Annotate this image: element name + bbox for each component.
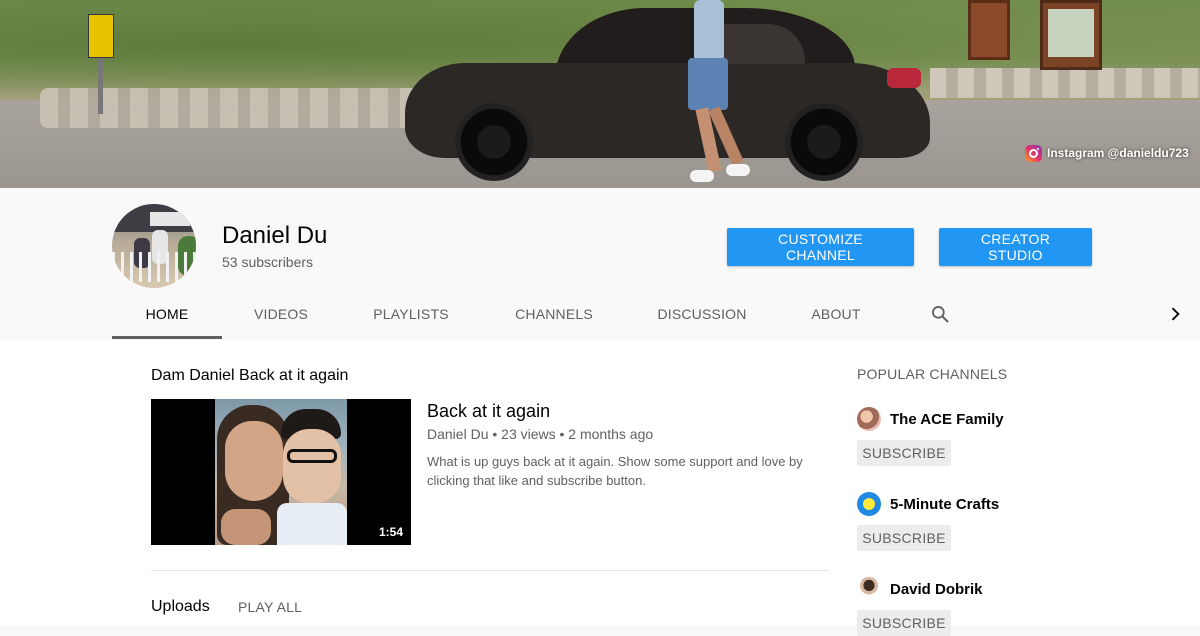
tab-videos[interactable]: VIDEOS [233,290,329,338]
tab-about[interactable]: ABOUT [796,290,876,338]
popular-channel-name[interactable]: The ACE Family [890,411,1004,428]
tab-channels[interactable]: CHANNELS [499,290,609,338]
subscriber-count: 53 subscribers [222,254,314,270]
featured-video-meta: Daniel Du • 23 views • 2 months ago [427,426,654,442]
banner-person [682,0,750,185]
channel-banner: Instagram @danieldu723 [0,0,1200,188]
instagram-handle: Instagram @danieldu723 [1047,146,1189,160]
subscribe-button[interactable]: SUBSCRIBE [857,525,951,551]
banner-info-board [968,0,1010,60]
tab-playlists[interactable]: PLAYLISTS [357,290,465,338]
active-tab-indicator [112,336,222,339]
channel-header: Daniel Du 53 subscribers CUSTOMIZE CHANN… [0,188,1200,340]
channel-avatar-icon[interactable] [857,407,881,431]
section-divider [151,570,828,571]
banner-info-board-large [1040,0,1102,70]
tab-discussion[interactable]: DISCUSSION [642,290,762,338]
popular-channel-item: 5-Minute Crafts SUBSCRIBE [857,491,1107,551]
banner-stone-wall [40,88,460,128]
video-duration-badge: 1:54 [374,523,407,541]
featured-video-thumbnail[interactable]: 1:54 [151,399,411,545]
banner-car [405,8,930,183]
customize-channel-button[interactable]: CUSTOMIZE CHANNEL [727,228,914,266]
home-content: Dam Daniel Back at it again 1:54 Back at… [0,340,1200,636]
channel-name: Daniel Du [222,222,328,249]
channel-tabs: HOME VIDEOS PLAYLISTS CHANNELS DISCUSSIO… [112,290,1200,340]
chevron-right-icon[interactable] [1165,304,1185,324]
banner-fire-danger-sign [88,14,114,58]
popular-channel-name[interactable]: 5-Minute Crafts [890,496,999,513]
search-icon[interactable] [930,304,950,324]
subscribe-button[interactable]: SUBSCRIBE [857,610,951,636]
popular-channel-item: David Dobrik SUBSCRIBE [857,576,1107,636]
channel-avatar-icon[interactable] [857,577,881,601]
banner-sign-post [98,58,103,114]
popular-channels-title: POPULAR CHANNELS [857,366,1008,382]
channel-avatar[interactable] [112,204,196,288]
featured-video-title[interactable]: Back at it again [427,401,550,422]
subscribe-button[interactable]: SUBSCRIBE [857,440,951,466]
popular-channel-name[interactable]: David Dobrik [890,581,983,598]
tab-home[interactable]: HOME [112,290,222,338]
popular-channel-item: The ACE Family SUBSCRIBE [857,406,1107,466]
play-all-link[interactable]: PLAY ALL [238,599,302,615]
channel-avatar-icon[interactable] [857,492,881,516]
featured-video-description: What is up guys back at it again. Show s… [427,454,803,488]
instagram-icon [1025,144,1042,162]
featured-section-title[interactable]: Dam Daniel Back at it again [151,367,348,385]
creator-studio-button[interactable]: CREATOR STUDIO [939,228,1092,266]
banner-stone-wall-right [930,68,1200,98]
uploads-title[interactable]: Uploads [151,598,210,616]
banner-instagram-link[interactable]: Instagram @danieldu723 [1025,144,1189,162]
